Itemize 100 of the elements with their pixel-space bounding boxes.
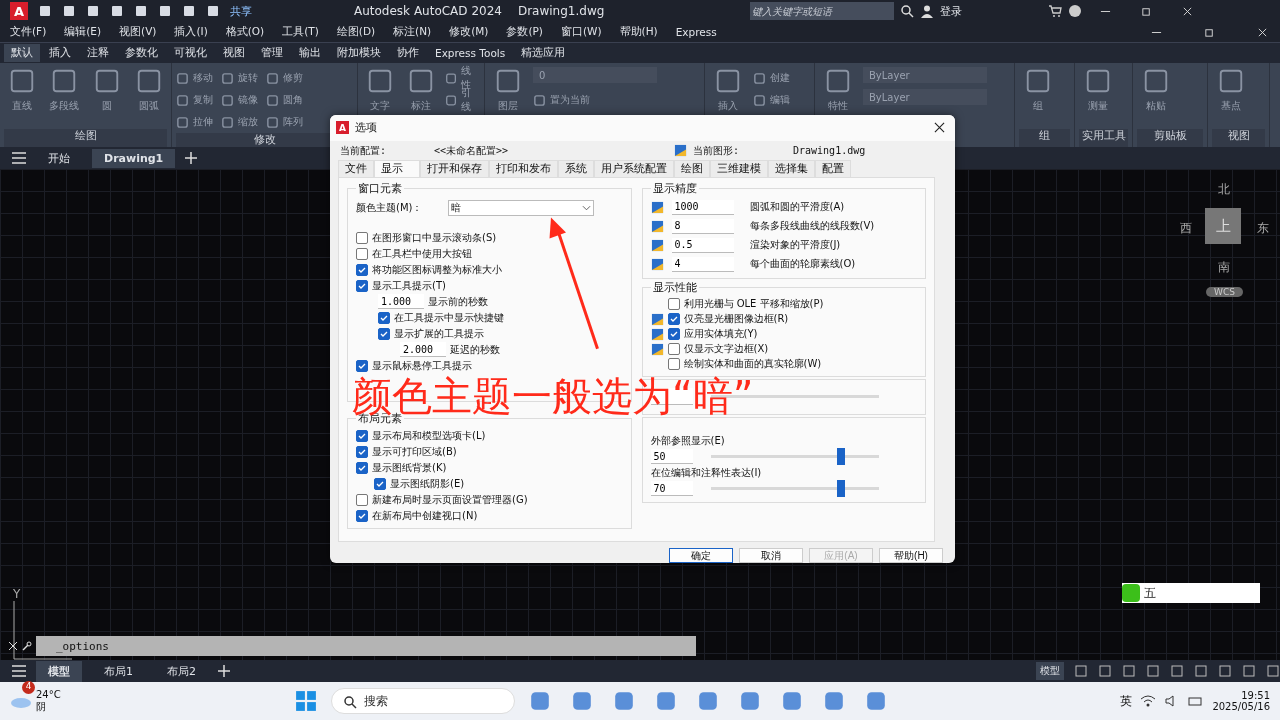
menu-item[interactable]: 视图(V)	[119, 25, 157, 39]
checkbox-label[interactable]: 应用实体填充(Y)	[683, 327, 758, 342]
status-bar-icon[interactable]	[1170, 664, 1184, 678]
ribbon-tool[interactable]: 粘贴	[1137, 67, 1175, 129]
taskbar-app-icon[interactable]	[612, 690, 635, 712]
status-bar-icon[interactable]	[1122, 664, 1136, 678]
taskbar-app-icon[interactable]	[822, 690, 845, 712]
status-bar-icon[interactable]	[1074, 664, 1088, 678]
checkbox-label[interactable]: 显示可打印区域(B)	[372, 444, 457, 459]
status-bar-icon[interactable]	[1266, 664, 1280, 678]
number-field[interactable]: 50	[650, 449, 693, 465]
menu-item[interactable]: 修改(M)	[449, 25, 489, 39]
checkbox-label[interactable]: 将功能区图标调整为标准大小	[372, 262, 502, 277]
checkbox[interactable]	[356, 359, 368, 372]
dialog-tab[interactable]: 系统	[558, 159, 594, 177]
ribbon-tool[interactable]: 测量	[1079, 67, 1117, 129]
checkbox[interactable]	[356, 279, 368, 292]
toolbar-icon[interactable]	[206, 4, 220, 18]
dialog-button[interactable]: 帮助(H)	[879, 548, 943, 563]
menu-item[interactable]: 格式(O)	[225, 25, 265, 39]
number-field[interactable]: 4	[671, 256, 734, 272]
number-field[interactable]: 70	[650, 481, 693, 497]
dialog-tab[interactable]: 三维建模	[710, 159, 768, 177]
ribbon-tool[interactable]: 修剪	[266, 67, 303, 89]
menu-item[interactable]: 绘图(D)	[336, 25, 376, 39]
status-bar-icon[interactable]	[1242, 664, 1256, 678]
toolbar-icon[interactable]	[182, 4, 196, 18]
taskbar-search-field[interactable]: 搜索	[330, 688, 515, 714]
menu-item[interactable]: 帮助(H)	[619, 25, 658, 39]
checkbox-label[interactable]: 在图形窗口中显示滚动条(S)	[372, 230, 497, 245]
restore-icon[interactable]	[1204, 26, 1215, 38]
ribbon-tool[interactable]: 特性	[819, 67, 857, 147]
checkbox-label[interactable]: 显示工具提示(T)	[372, 278, 446, 293]
share-button[interactable]: 共享	[230, 3, 252, 19]
dialog-button[interactable]: 取消	[739, 548, 803, 563]
checkbox-label[interactable]: 显示布局和模型选项卡(L)	[372, 428, 486, 443]
ribbon-tool[interactable]: 组	[1019, 67, 1057, 129]
ribbon-tab[interactable]: 附加模块	[330, 44, 388, 62]
checkbox-label[interactable]: 显示鼠标悬停工具提示	[372, 358, 472, 373]
ribbon-tool[interactable]: 基点	[1212, 67, 1250, 129]
ribbon-tool[interactable]: 置为当前	[533, 89, 657, 111]
number-field[interactable]: 1.000	[378, 294, 424, 310]
checkbox-label[interactable]: 显示图纸背景(K)	[372, 460, 447, 475]
checkbox[interactable]	[667, 328, 680, 341]
document-tab[interactable]: Drawing1	[92, 148, 176, 168]
checkbox-label[interactable]: 新建布局时显示页面设置管理器(G)	[372, 492, 528, 507]
ribbon-tool[interactable]: 移动	[176, 67, 213, 89]
layout-tab[interactable]: 布局2	[155, 660, 208, 682]
checkbox[interactable]	[374, 477, 386, 490]
start-icon[interactable]	[294, 690, 317, 712]
checkbox[interactable]	[356, 509, 368, 522]
ribbon-tab[interactable]: 注释	[80, 44, 116, 62]
checkbox-label[interactable]: 绘制实体和曲面的真实轮廓(W)	[683, 357, 822, 372]
ime-toolbar[interactable]: 五	[1122, 583, 1260, 603]
panel-title[interactable]: 组	[1019, 129, 1070, 147]
checkbox-label[interactable]: 在工具栏中使用大按钮	[372, 246, 472, 261]
add-icon[interactable]	[185, 152, 198, 164]
dialog-tab[interactable]: 显示	[374, 159, 420, 177]
number-field[interactable]: 0.5	[671, 237, 734, 253]
number-field[interactable]: 1000	[671, 199, 734, 215]
menu-item[interactable]: Express	[675, 26, 717, 38]
status-bar-icon[interactable]	[1218, 664, 1232, 678]
dialog-button[interactable]: 确定	[669, 548, 733, 563]
add-icon[interactable]	[218, 665, 230, 677]
ribbon-tool[interactable]: 拉伸	[176, 111, 213, 133]
ribbon-tool[interactable]: 编辑	[753, 89, 790, 111]
color-theme-dropdown[interactable]: 暗	[448, 199, 595, 216]
ribbon-tab[interactable]: 参数化	[118, 44, 165, 62]
checkbox[interactable]	[356, 263, 368, 276]
checkbox[interactable]	[378, 311, 390, 324]
ribbon-tool[interactable]: 圆	[88, 67, 125, 129]
ucs-menu[interactable]: WCS	[1206, 287, 1243, 297]
wifi-icon[interactable]	[1140, 694, 1157, 708]
toolbar-icon[interactable]	[134, 4, 148, 18]
status-bar-icon[interactable]	[1194, 664, 1208, 678]
help-icon[interactable]	[1068, 4, 1083, 18]
ribbon-tab[interactable]: 管理	[254, 44, 290, 62]
checkbox-label[interactable]: 显示图纸阴影(E)	[390, 476, 465, 491]
ribbon-tool[interactable]: 缩放	[221, 111, 258, 133]
taskbar-app-icon[interactable]	[738, 690, 761, 712]
model-space-button[interactable]: 模型	[1036, 662, 1064, 680]
checkbox[interactable]	[667, 313, 680, 326]
ribbon-tool[interactable]: 阵列	[266, 111, 303, 133]
checkbox[interactable]	[667, 343, 680, 356]
taskbar-app-icon[interactable]	[780, 690, 803, 712]
checkbox-label[interactable]: 仅显示文字边框(X)	[683, 342, 769, 357]
panel-title[interactable]: 绘图	[4, 129, 167, 147]
taskbar-app-icon[interactable]	[696, 690, 719, 712]
layout-tab[interactable]: 布局1	[92, 660, 145, 682]
status-bar-icon[interactable]	[1146, 664, 1160, 678]
checkbox-label[interactable]: 显示扩展的工具提示	[394, 326, 484, 341]
toolbar-icon[interactable]	[86, 4, 100, 18]
close-icon[interactable]	[1182, 5, 1194, 17]
checkbox[interactable]	[356, 429, 368, 442]
ribbon-tool[interactable]: 引线	[445, 89, 480, 111]
ribbon-tab[interactable]: 协作	[390, 44, 426, 62]
ribbon-tool[interactable]: 旋转	[221, 67, 258, 89]
menu-item[interactable]: 插入(I)	[174, 25, 208, 39]
restore-icon[interactable]	[1141, 5, 1153, 17]
toolbar-icon[interactable]	[158, 4, 172, 18]
